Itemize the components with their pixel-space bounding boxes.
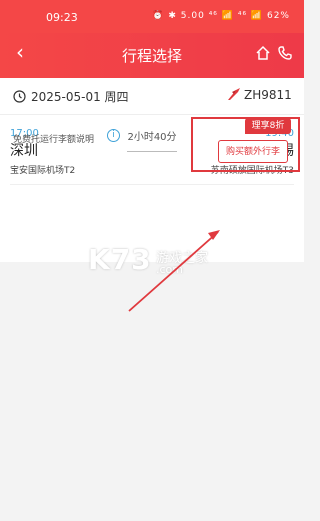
status-icons: ⏰ ✱ 5.00 ⁴⁶ 📶 ⁴⁶ 📶 62% — [152, 11, 290, 21]
status-bar: 09:23 ⏰ ✱ 5.00 ⁴⁶ 📶 ⁴⁶ 📶 62% — [0, 0, 304, 33]
discount-badge: 理享8折 — [245, 118, 291, 134]
watermark-com: .com — [156, 263, 183, 276]
free-baggage-note[interactable]: 免费托运行李额说明 — [13, 132, 94, 145]
watermark-logo: K73 — [88, 243, 152, 276]
header-bar: ‹ 行程选择 — [0, 33, 304, 78]
phone-icon[interactable] — [277, 45, 293, 65]
clock-icon — [13, 88, 26, 107]
departure-airport: 宝安国际机场T2 — [10, 166, 76, 176]
route-line — [127, 151, 177, 152]
home-icon[interactable] — [255, 45, 271, 65]
info-icon[interactable]: i — [107, 129, 120, 142]
buy-extra-baggage-button[interactable]: 购买额外行李 — [218, 140, 288, 163]
divider — [10, 184, 294, 185]
date-line: 2025-05-01 周四 ZH9811 — [0, 78, 304, 115]
trip-date: 2025-05-01 周四 — [31, 90, 129, 104]
airline-logo-icon — [226, 86, 242, 106]
watermark: K73 游戏之家 .com — [88, 243, 228, 283]
flight-number: ZH9811 — [244, 88, 292, 102]
status-time: 09:23 — [46, 11, 78, 24]
